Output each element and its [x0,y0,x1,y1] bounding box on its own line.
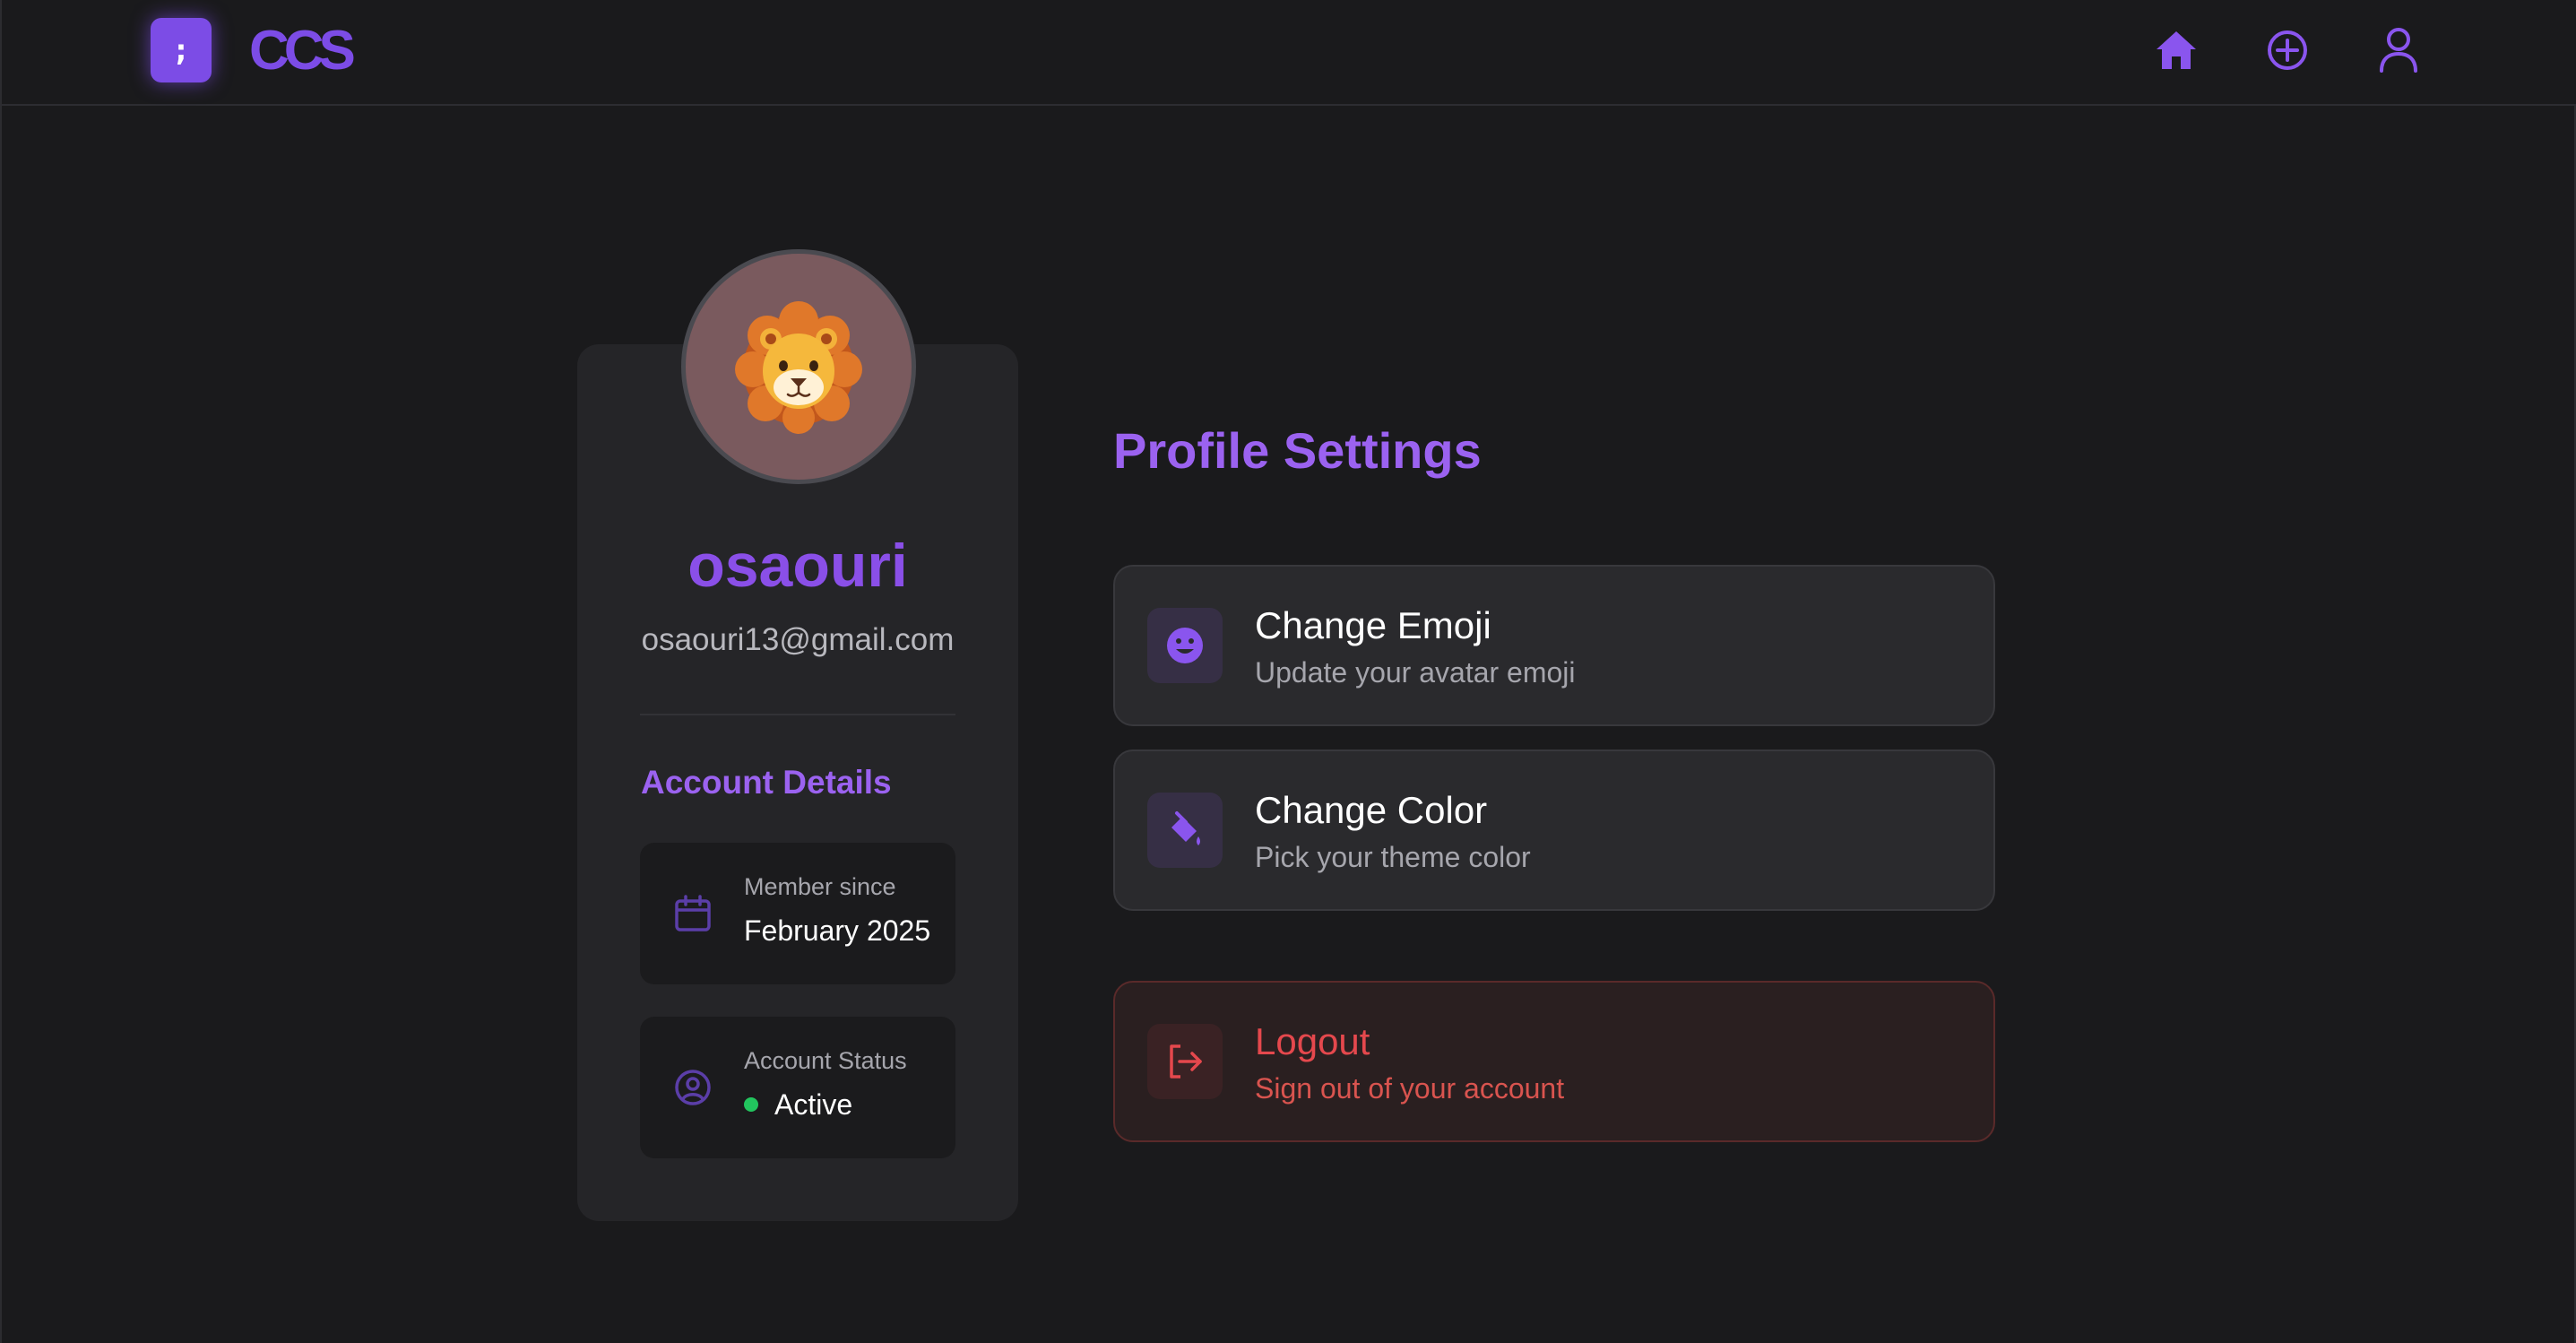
logo-mark[interactable]: ; [151,18,212,82]
user-icon[interactable] [2373,25,2424,75]
logo-text[interactable]: CCS [249,20,356,82]
change-emoji-title: Change Emoji [1255,604,1491,646]
user-circle-icon [675,1070,711,1105]
logout-icon [1170,1044,1202,1079]
logout-subtitle: Sign out of your account [1255,1072,1565,1105]
account-status-value: Active [744,1088,852,1122]
calendar-icon [675,895,711,931]
smiley-icon-box [1147,608,1223,683]
status-dot [744,1096,758,1112]
change-color-title: Change Color [1255,789,1488,831]
member-since-label: Member since [744,873,896,900]
logout-title: Logout [1255,1020,1370,1062]
status-text: Active [774,1088,853,1121]
member-since-box: Member since February 2025 [640,843,955,984]
account-status-box: Account Status Active [640,1017,955,1158]
lion-face-icon [735,301,862,434]
account-details-heading: Account Details [641,764,892,801]
top-navbar: ; CCS [2,0,2576,106]
logout-button[interactable]: Logout Sign out of your account [1113,981,1995,1142]
plus-circle-icon[interactable] [2262,25,2312,75]
avatar [681,249,916,484]
smiley-icon [1167,628,1203,663]
page-title: Profile Settings [1113,422,1482,479]
username: osaouri [687,532,908,600]
divider [640,714,955,715]
logout-icon-box [1147,1024,1223,1099]
paint-bucket-icon [1171,811,1200,845]
change-emoji-subtitle: Update your avatar emoji [1255,656,1576,689]
account-status-label: Account Status [744,1047,907,1074]
email: osaouri13@gmail.com [641,622,955,657]
app-window: ; CCS osaouri osaouri13@gmail.com Accoun… [0,0,2576,1343]
change-color-button[interactable]: Change Color Pick your theme color [1113,749,1995,911]
change-emoji-button[interactable]: Change Emoji Update your avatar emoji [1113,565,1995,726]
member-since-value: February 2025 [744,914,931,947]
paint-bucket-icon-box [1147,793,1223,868]
change-color-subtitle: Pick your theme color [1255,841,1531,873]
home-icon[interactable] [2151,25,2201,75]
